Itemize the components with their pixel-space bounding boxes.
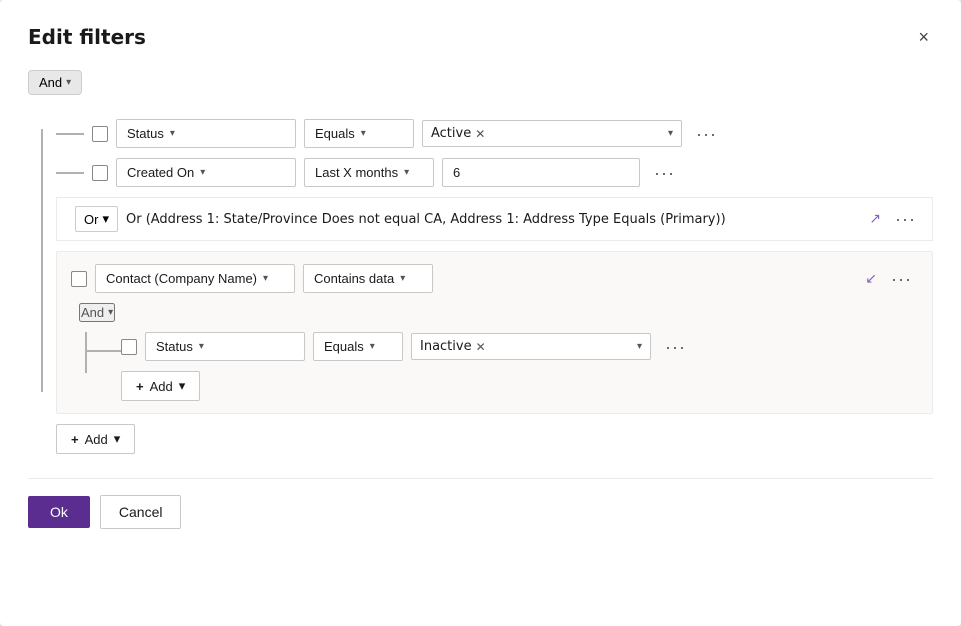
nested-group-operator-label: Contains data (314, 271, 394, 286)
nested-group-field-label: Contact (Company Name) (106, 271, 257, 286)
dialog-title: Edit filters (28, 25, 146, 49)
ok-button[interactable]: Ok (28, 496, 90, 528)
nested-group-collapse-icon[interactable]: ↙ (865, 271, 877, 287)
nested-row-value-text: Inactive (420, 339, 472, 354)
dialog-header: Edit filters × (28, 24, 933, 50)
connector-line-2 (56, 172, 84, 174)
root-add-button[interactable]: + Add ▾ (56, 424, 135, 454)
nested-row-field-chevron: ▾ (199, 341, 204, 352)
root-and-label: And (39, 75, 62, 90)
nested-row-field-dropdown[interactable]: Status ▾ (145, 332, 305, 361)
row1-field-label: Status (127, 126, 164, 141)
nested-row-operator-label: Equals (324, 339, 364, 354)
nested-group-header: Contact (Company Name) ▾ Contains data ▾… (71, 264, 918, 293)
nested-row-field-label: Status (156, 339, 193, 354)
row1-value-text: Active (431, 126, 471, 141)
nested-side-line (85, 332, 87, 373)
nested-connector-h (85, 350, 121, 352)
row1-operator-dropdown[interactable]: Equals ▾ (304, 119, 414, 148)
nested-group-operator-chevron: ▾ (400, 273, 405, 284)
row2-value-input[interactable] (442, 158, 640, 187)
root-and-operator[interactable]: And ▾ (28, 70, 82, 95)
row2-field-label: Created On (127, 165, 194, 180)
root-add-chevron: ▾ (114, 431, 121, 447)
nested-and-label: And (81, 305, 104, 320)
row1-checkbox[interactable] (92, 126, 108, 142)
root-add-label: Add (85, 432, 108, 447)
or-group-row: Or ▾ Or (Address 1: State/Province Does … (56, 197, 933, 241)
nested-group-checkbox[interactable] (71, 271, 87, 287)
row2-operator-chevron: ▾ (404, 167, 409, 178)
root-and-chevron: ▾ (66, 77, 71, 88)
connector-line-1 (56, 133, 84, 135)
nested-filter-row-status: Status ▾ Equals ▾ Inactive ✕ ▾ (121, 332, 918, 361)
nested-row-value-tag: Inactive ✕ (420, 339, 486, 354)
nested-row-checkbox[interactable] (121, 339, 137, 355)
nested-row-more-button[interactable]: ··· (659, 336, 692, 358)
row1-field-chevron: ▾ (170, 128, 175, 139)
row2-operator-dropdown[interactable]: Last X months ▾ (304, 158, 434, 187)
nested-row-value-remove[interactable]: ✕ (476, 341, 486, 353)
filter-row-createdon: Created On ▾ Last X months ▾ ··· (28, 158, 933, 187)
row2-field-chevron: ▾ (200, 167, 205, 178)
row1-value-field: Active ✕ ▾ (422, 120, 682, 147)
nested-group-more-button[interactable]: ··· (885, 268, 918, 290)
nested-group-operator-dropdown[interactable]: Contains data ▾ (303, 264, 433, 293)
nested-row-value-field: Inactive ✕ ▾ (411, 333, 651, 360)
or-operator-label: Or (84, 212, 98, 227)
nested-add-plus: + (136, 379, 144, 394)
root-add-plus: + (71, 432, 79, 447)
cancel-button[interactable]: Cancel (100, 495, 182, 529)
filter-row-status: Status ▾ Equals ▾ Active ✕ ▾ ··· (28, 119, 933, 148)
close-button[interactable]: × (914, 24, 933, 50)
row1-value-chevron[interactable]: ▾ (668, 128, 673, 139)
nested-group-field-dropdown[interactable]: Contact (Company Name) ▾ (95, 264, 295, 293)
or-operator-button[interactable]: Or ▾ (75, 206, 118, 232)
row2-field-dropdown[interactable]: Created On ▾ (116, 158, 296, 187)
dialog-footer: Ok Cancel (28, 478, 933, 529)
row1-operator-label: Equals (315, 126, 355, 141)
row2-more-button[interactable]: ··· (648, 162, 681, 184)
row1-more-button[interactable]: ··· (690, 123, 723, 145)
nested-row-value-chevron[interactable]: ▾ (637, 341, 642, 352)
row2-operator-label: Last X months (315, 165, 398, 180)
nested-add-button[interactable]: + Add ▾ (121, 371, 200, 401)
or-more-button[interactable]: ··· (889, 208, 922, 230)
row1-value-remove[interactable]: ✕ (475, 128, 485, 140)
row2-checkbox[interactable] (92, 165, 108, 181)
row1-field-dropdown[interactable]: Status ▾ (116, 119, 296, 148)
nested-group: Contact (Company Name) ▾ Contains data ▾… (56, 251, 933, 414)
nested-row-operator-chevron: ▾ (370, 341, 375, 352)
nested-and-chevron: ▾ (108, 307, 113, 318)
or-expand-icon[interactable]: ↗ (869, 211, 881, 227)
nested-group-field-chevron: ▾ (263, 273, 268, 284)
nested-add-label: Add (150, 379, 173, 394)
filter-rows-container: Status ▾ Equals ▾ Active ✕ ▾ ··· Created… (28, 119, 933, 414)
row1-operator-chevron: ▾ (361, 128, 366, 139)
row1-value-tag: Active ✕ (431, 126, 485, 141)
edit-filters-dialog: Edit filters × And ▾ Status ▾ Equals ▾ (0, 0, 961, 626)
nested-add-chevron: ▾ (179, 378, 186, 394)
or-description-text: Or (Address 1: State/Province Does not e… (126, 212, 857, 227)
or-operator-chevron: ▾ (102, 211, 109, 227)
nested-and-operator[interactable]: And ▾ (79, 303, 115, 322)
nested-row-operator-dropdown[interactable]: Equals ▾ (313, 332, 403, 361)
